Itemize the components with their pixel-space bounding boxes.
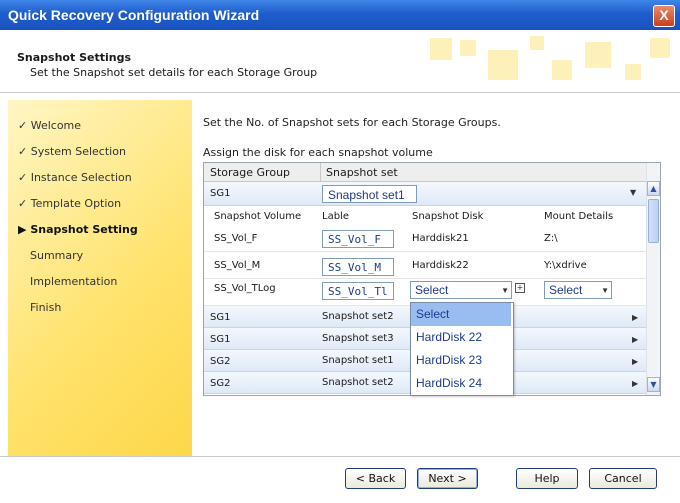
- cancel-button[interactable]: Cancel: [589, 468, 657, 489]
- snapshot-set-cell: Snapshot set3: [322, 333, 394, 344]
- snapshot-set-cell: Snapshot set2: [322, 377, 394, 388]
- scroll-thumb[interactable]: [648, 199, 659, 243]
- chevron-down-icon: ▼: [601, 286, 609, 295]
- decor-square: [530, 36, 544, 50]
- chevron-down-icon[interactable]: ▼: [630, 188, 636, 197]
- decor-square: [585, 42, 611, 68]
- scroll-down-button[interactable]: ▼: [647, 377, 660, 392]
- sidebar-item-summary[interactable]: Summary: [30, 249, 83, 262]
- column-storage-group[interactable]: Storage Group: [210, 166, 290, 179]
- decor-square: [552, 60, 572, 80]
- chevron-right-icon[interactable]: ▶: [632, 335, 638, 344]
- arrow-right-icon: ▶: [18, 223, 27, 236]
- wizard-footer: < Back Next > Help Cancel: [0, 456, 680, 503]
- snapshot-disk-value: Harddisk21: [412, 233, 469, 244]
- next-button[interactable]: Next >: [417, 468, 478, 489]
- assign-label: Assign the disk for each snapshot volume: [203, 146, 433, 159]
- subgrid-header: Snapshot Volume Lable Snapshot Disk Moun…: [204, 205, 646, 225]
- snapshot-disk-dropdown-list: Select HardDisk 22 HardDisk 23 HardDisk …: [410, 302, 514, 396]
- sidebar-item-finish[interactable]: Finish: [30, 301, 61, 314]
- volume-label-input[interactable]: SS_Vol_Tl: [322, 282, 394, 300]
- decor-square: [488, 50, 518, 80]
- dropdown-option[interactable]: HardDisk 24: [411, 372, 511, 395]
- back-button[interactable]: < Back: [345, 468, 406, 489]
- storage-group-cell: SG2: [210, 378, 231, 389]
- instruction-text: Set the No. of Snapshot sets for each St…: [203, 116, 501, 129]
- dropdown-option[interactable]: Select: [411, 303, 511, 326]
- sidebar-item-system-selection[interactable]: ✓ System Selection: [18, 145, 126, 158]
- chevron-right-icon[interactable]: ▶: [632, 357, 638, 366]
- storage-group-cell: SG2: [210, 356, 231, 367]
- column-snapshot-set[interactable]: Snapshot set: [326, 166, 398, 179]
- snapshot-disk-value: Harddisk22: [412, 260, 469, 271]
- snapshot-set-cell: Snapshot set1: [322, 355, 394, 366]
- close-button[interactable]: X: [653, 5, 675, 27]
- check-icon: ✓: [18, 171, 28, 184]
- check-icon: ✓: [18, 145, 28, 158]
- storage-group-cell: SG1: [210, 312, 231, 323]
- wizard-header: Snapshot Settings Set the Snapshot set d…: [0, 30, 680, 93]
- dropdown-option[interactable]: HardDisk 23: [411, 349, 511, 372]
- column-snapshot-disk: Snapshot Disk: [412, 211, 484, 222]
- volume-row: SS_Vol_F SS_Vol_F Harddisk21 Z:\: [204, 225, 646, 252]
- page-title: Snapshot Settings: [17, 51, 131, 64]
- vertical-scrollbar[interactable]: ▲ ▼: [646, 163, 660, 395]
- sidebar-item-implementation[interactable]: Implementation: [30, 275, 117, 288]
- decor-square: [650, 38, 670, 58]
- decor-square: [430, 38, 452, 60]
- volume-row: SS_Vol_M SS_Vol_M Harddisk22 Y:\xdrive: [204, 252, 646, 279]
- window-title: Quick Recovery Configuration Wizard: [8, 7, 260, 23]
- snapshot-set-cell: Snapshot set2: [322, 311, 394, 322]
- snapshot-disk-select[interactable]: Select ▼: [410, 281, 512, 299]
- help-button[interactable]: Help: [516, 468, 578, 489]
- check-icon: ✓: [18, 197, 28, 210]
- volume-name: SS_Vol_M: [214, 260, 261, 271]
- volume-label-input[interactable]: SS_Vol_F: [322, 230, 394, 248]
- grid-row-expanded[interactable]: SG1 Snapshot set1 ▼: [204, 182, 646, 206]
- mount-details-value: Z:\: [544, 233, 558, 244]
- mount-details-select[interactable]: Select ▼: [544, 281, 612, 299]
- column-snapshot-volume: Snapshot Volume: [214, 211, 302, 222]
- chevron-right-icon[interactable]: ▶: [632, 313, 638, 322]
- chevron-down-icon: ▼: [501, 286, 509, 295]
- storage-group-cell: SG1: [210, 334, 231, 345]
- decor-square: [460, 40, 476, 56]
- sidebar-item-snapshot-setting[interactable]: ▶ Snapshot Setting: [18, 223, 138, 236]
- storage-group-cell: SG1: [210, 188, 231, 199]
- column-label: Lable: [322, 211, 349, 222]
- expand-plus-icon[interactable]: +: [515, 283, 525, 293]
- column-mount-details: Mount Details: [544, 211, 614, 222]
- column-divider: [320, 163, 321, 181]
- chevron-right-icon[interactable]: ▶: [632, 379, 638, 388]
- dropdown-option[interactable]: HardDisk 22: [411, 326, 511, 349]
- title-bar: Quick Recovery Configuration Wizard X: [0, 0, 680, 30]
- grid-header: Storage Group Snapshot set: [204, 163, 646, 182]
- mount-details-value: Y:\xdrive: [544, 260, 587, 271]
- snapshot-set-field[interactable]: Snapshot set1: [322, 185, 417, 203]
- volume-name: SS_Vol_F: [214, 233, 258, 244]
- sidebar-item-instance-selection[interactable]: ✓ Instance Selection: [18, 171, 132, 184]
- scroll-up-button[interactable]: ▲: [647, 181, 660, 196]
- volume-label-input[interactable]: SS_Vol_M: [322, 258, 394, 276]
- sidebar-item-template-option[interactable]: ✓ Template Option: [18, 197, 121, 210]
- page-subtitle: Set the Snapshot set details for each St…: [30, 66, 318, 79]
- sidebar-item-welcome[interactable]: ✓ Welcome: [18, 119, 81, 132]
- check-icon: ✓: [18, 119, 28, 132]
- decor-square: [625, 64, 641, 80]
- volume-name: SS_Vol_TLog: [214, 283, 276, 294]
- wizard-sidebar: ✓ Welcome ✓ System Selection ✓ Instance …: [8, 100, 192, 456]
